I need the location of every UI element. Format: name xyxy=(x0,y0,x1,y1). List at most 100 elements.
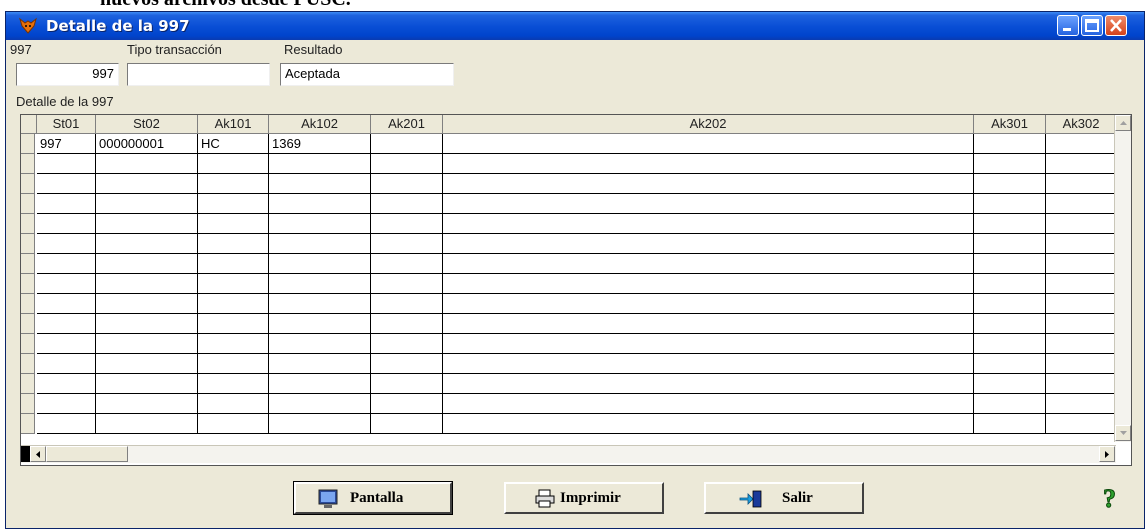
table-cell[interactable] xyxy=(37,254,96,274)
table-cell[interactable] xyxy=(1046,414,1117,434)
table-cell[interactable] xyxy=(198,194,269,214)
row-selector[interactable] xyxy=(21,234,35,254)
table-cell[interactable] xyxy=(371,394,443,414)
table-row[interactable] xyxy=(21,274,1117,294)
table-cell[interactable] xyxy=(269,254,371,274)
table-cell[interactable] xyxy=(974,214,1046,234)
table-cell[interactable] xyxy=(269,154,371,174)
table-cell[interactable] xyxy=(371,374,443,394)
table-cell[interactable] xyxy=(1046,194,1117,214)
table-cell[interactable] xyxy=(96,274,198,294)
table-cell[interactable] xyxy=(1046,254,1117,274)
col-header[interactable]: Ak201 xyxy=(371,115,443,134)
table-cell[interactable] xyxy=(96,254,198,274)
table-cell[interactable] xyxy=(1046,234,1117,254)
table-cell[interactable] xyxy=(37,354,96,374)
row-selector[interactable] xyxy=(21,194,35,214)
table-cell[interactable] xyxy=(371,334,443,354)
table-cell[interactable] xyxy=(96,354,198,374)
table-cell[interactable] xyxy=(974,254,1046,274)
table-row[interactable] xyxy=(21,294,1117,314)
table-cell[interactable] xyxy=(198,394,269,414)
table-cell[interactable] xyxy=(974,314,1046,334)
table-cell[interactable] xyxy=(96,214,198,234)
table-cell[interactable] xyxy=(96,234,198,254)
table-cell[interactable] xyxy=(1046,214,1117,234)
table-cell[interactable] xyxy=(974,374,1046,394)
scroll-right-button[interactable] xyxy=(1099,446,1115,462)
table-cell[interactable] xyxy=(443,154,974,174)
table-cell[interactable] xyxy=(269,274,371,294)
table-cell[interactable] xyxy=(96,154,198,174)
row-selector[interactable] xyxy=(21,254,35,274)
field-resultado[interactable]: Aceptada xyxy=(280,63,454,86)
row-selector[interactable] xyxy=(21,374,35,394)
table-cell[interactable] xyxy=(96,374,198,394)
table-cell[interactable] xyxy=(974,194,1046,214)
table-cell[interactable] xyxy=(37,374,96,394)
table-cell[interactable] xyxy=(371,174,443,194)
table-cell[interactable] xyxy=(198,314,269,334)
table-cell[interactable] xyxy=(37,234,96,254)
table-cell[interactable] xyxy=(974,354,1046,374)
table-cell[interactable] xyxy=(96,334,198,354)
table-cell[interactable] xyxy=(269,414,371,434)
table-cell[interactable]: HC xyxy=(198,134,269,154)
vertical-scrollbar[interactable] xyxy=(1114,115,1131,442)
table-cell[interactable] xyxy=(371,274,443,294)
table-cell[interactable] xyxy=(198,254,269,274)
table-cell[interactable] xyxy=(974,154,1046,174)
table-cell[interactable] xyxy=(1046,354,1117,374)
scroll-up-button[interactable] xyxy=(1115,115,1131,131)
table-cell[interactable] xyxy=(443,394,974,414)
table-cell[interactable] xyxy=(269,334,371,354)
table-cell[interactable]: 000000001 xyxy=(96,134,198,154)
row-selector[interactable] xyxy=(21,414,35,434)
row-selector[interactable] xyxy=(21,274,35,294)
table-cell[interactable] xyxy=(443,294,974,314)
table-cell[interactable] xyxy=(371,254,443,274)
table-cell[interactable] xyxy=(443,234,974,254)
detalle-grid[interactable]: St01 St02 Ak101 Ak102 Ak201 Ak202 Ak301 … xyxy=(20,114,1132,466)
field-997[interactable]: 997 xyxy=(16,63,119,86)
row-selector[interactable] xyxy=(21,394,35,414)
table-cell[interactable] xyxy=(1046,274,1117,294)
table-cell[interactable] xyxy=(443,354,974,374)
salir-button[interactable]: Salir xyxy=(704,482,864,514)
table-cell[interactable] xyxy=(974,394,1046,414)
horizontal-scrollbar[interactable] xyxy=(21,445,1116,463)
table-cell[interactable] xyxy=(443,374,974,394)
table-cell[interactable] xyxy=(269,294,371,314)
table-cell[interactable] xyxy=(198,174,269,194)
table-cell[interactable] xyxy=(443,194,974,214)
table-cell[interactable] xyxy=(37,334,96,354)
col-header[interactable]: St01 xyxy=(37,115,96,134)
table-row[interactable] xyxy=(21,214,1117,234)
table-cell[interactable] xyxy=(1046,394,1117,414)
help-button[interactable]: ? xyxy=(1098,482,1128,514)
row-selector[interactable] xyxy=(21,134,35,154)
row-selector[interactable] xyxy=(21,334,35,354)
scroll-left-button[interactable] xyxy=(30,446,46,462)
table-cell[interactable] xyxy=(198,294,269,314)
table-cell[interactable] xyxy=(37,194,96,214)
table-cell[interactable] xyxy=(371,134,443,154)
table-row[interactable] xyxy=(21,154,1117,174)
table-cell[interactable] xyxy=(37,394,96,414)
table-cell[interactable] xyxy=(37,274,96,294)
table-row[interactable] xyxy=(21,194,1117,214)
table-cell[interactable] xyxy=(269,314,371,334)
maximize-button[interactable] xyxy=(1081,15,1103,36)
table-cell[interactable] xyxy=(974,134,1046,154)
table-cell[interactable] xyxy=(1046,334,1117,354)
col-header[interactable]: Ak302 xyxy=(1046,115,1117,134)
table-cell[interactable]: 1369 xyxy=(269,134,371,154)
col-header[interactable]: Ak202 xyxy=(443,115,974,134)
table-cell[interactable] xyxy=(269,234,371,254)
table-cell[interactable] xyxy=(269,354,371,374)
row-selector[interactable] xyxy=(21,314,35,334)
table-cell[interactable] xyxy=(269,194,371,214)
table-cell[interactable] xyxy=(371,154,443,174)
table-cell[interactable] xyxy=(1046,294,1117,314)
col-header[interactable]: St02 xyxy=(96,115,198,134)
